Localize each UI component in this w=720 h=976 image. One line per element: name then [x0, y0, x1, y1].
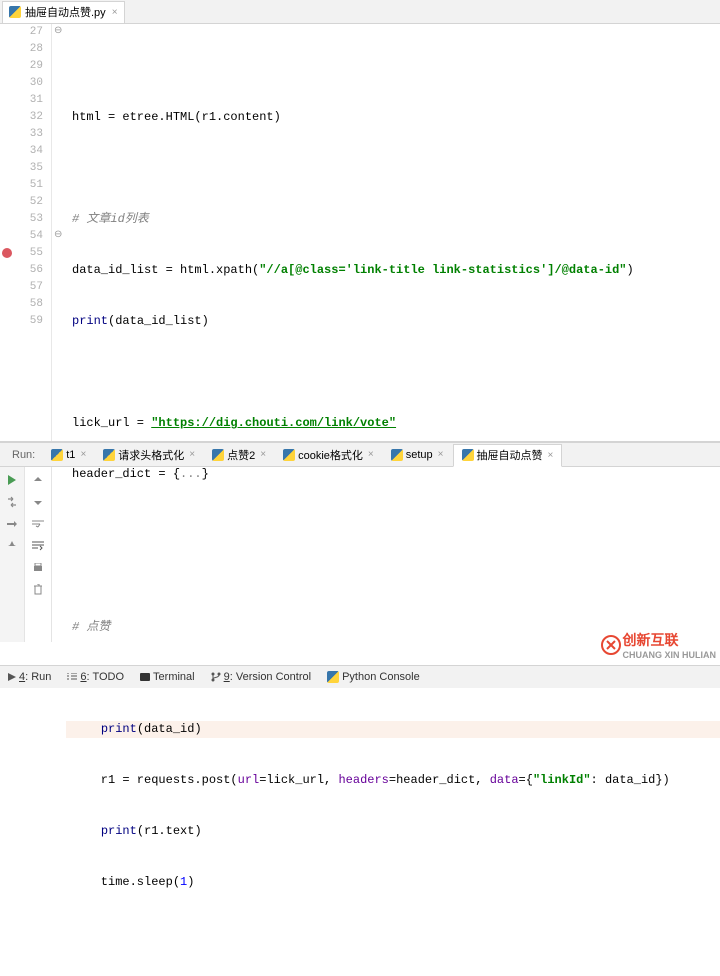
python-icon — [327, 671, 339, 683]
bottom-todo-tab[interactable]: 6: TODO — [59, 666, 132, 688]
rerun-button[interactable] — [3, 493, 21, 511]
logo-subtext: CHUANG XIN HULIAN — [623, 650, 717, 660]
breakpoint-gutter[interactable] — [0, 24, 14, 441]
play-icon — [8, 673, 16, 681]
scroll-up-button[interactable] — [29, 471, 47, 489]
breakpoint-marker[interactable] — [2, 248, 12, 258]
branch-icon — [211, 672, 221, 682]
python-file-icon — [9, 6, 21, 18]
pin-button[interactable] — [3, 537, 21, 555]
python-file-icon — [51, 449, 63, 461]
bottom-tool-bar: 4: Run 6: TODO Terminal 9: Version Contr… — [0, 665, 720, 688]
line-number-gutter: 27282930 31323334 35515253 54555657 5859 — [14, 24, 52, 441]
bottom-run-tab[interactable]: 4: Run — [0, 666, 59, 688]
file-tab[interactable]: 抽屉自动点赞.py × — [2, 1, 125, 23]
editor: 27282930 31323334 35515253 54555657 5859… — [0, 24, 720, 442]
bottom-tab-label: Terminal — [153, 671, 195, 683]
bottom-pyconsole-tab[interactable]: Python Console — [319, 666, 428, 688]
bottom-tab-label: Python Console — [342, 671, 420, 683]
fold-marker-icon[interactable]: ⊖ — [54, 229, 62, 240]
scroll-to-end-button[interactable] — [29, 537, 47, 555]
run-toolbar-right — [25, 467, 52, 642]
soft-wrap-button[interactable] — [29, 515, 47, 533]
watermark-logo: 创新互联 CHUANG XIN HULIAN — [601, 630, 717, 660]
fold-marker-icon[interactable]: ⊖ — [54, 25, 62, 36]
file-tab-bar: 抽屉自动点赞.py × — [0, 0, 720, 24]
run-label: Run: — [4, 449, 43, 461]
terminal-icon — [140, 673, 150, 681]
run-button[interactable] — [3, 471, 21, 489]
code-area[interactable]: html = etree.HTML(r1.content) # 文章id列表 d… — [66, 24, 720, 441]
bottom-vc-tab[interactable]: 9: Version Control — [203, 666, 319, 688]
close-icon[interactable]: × — [110, 7, 118, 18]
bottom-terminal-tab[interactable]: Terminal — [132, 666, 203, 688]
fold-gutter[interactable]: ⊖ ⊖ — [52, 24, 66, 441]
print-button[interactable] — [29, 559, 47, 577]
list-icon — [67, 673, 77, 681]
stop-button[interactable] — [3, 515, 21, 533]
file-tab-label: 抽屉自动点赞.py — [25, 4, 106, 20]
run-toolbar-left — [0, 467, 25, 642]
scroll-down-button[interactable] — [29, 493, 47, 511]
logo-text: 创新互联 — [623, 630, 717, 650]
trash-button[interactable] — [29, 581, 47, 599]
